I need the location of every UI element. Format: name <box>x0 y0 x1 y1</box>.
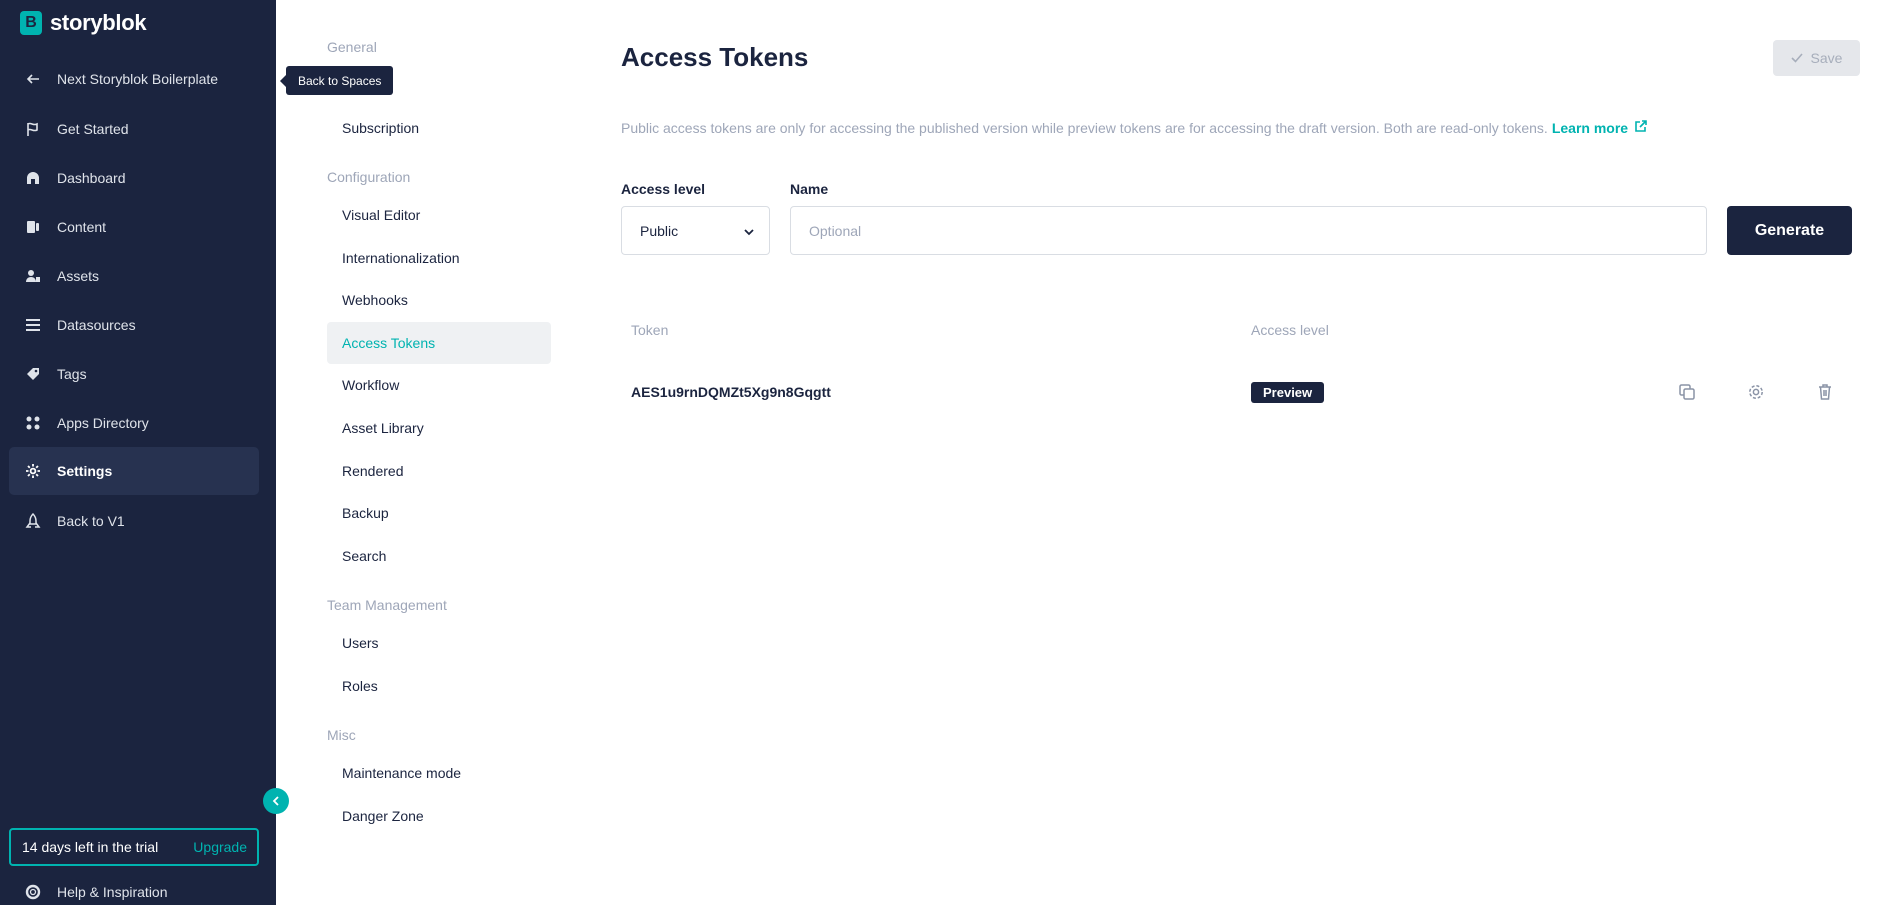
nav-item-label: Datasources <box>57 317 136 333</box>
settings-item-visual-editor[interactable]: Visual Editor <box>327 194 551 236</box>
settings-item-danger-zone[interactable]: Danger Zone <box>327 795 551 837</box>
nav-item-tags[interactable]: Tags <box>9 350 259 398</box>
section-team-management: Team Management <box>327 597 447 613</box>
flag-icon <box>25 121 41 137</box>
settings-menu: General Subscription Configuration Visua… <box>276 0 576 905</box>
settings-item-webhooks[interactable]: Webhooks <box>327 279 551 321</box>
trial-text: 14 days left in the trial <box>22 839 159 855</box>
settings-item-search[interactable]: Search <box>327 535 551 577</box>
nav-item-apps-directory[interactable]: Apps Directory <box>9 399 259 447</box>
nav-item-back-to-v1[interactable]: Back to V1 <box>9 497 259 545</box>
arrow-left-icon <box>25 71 41 87</box>
chevron-down-icon <box>744 223 754 239</box>
settings-icon[interactable] <box>1745 381 1767 403</box>
check-icon <box>1790 50 1803 66</box>
settings-item-maintenance-mode[interactable]: Maintenance mode <box>327 752 551 794</box>
section-configuration: Configuration <box>327 169 411 185</box>
settings-item-backup[interactable]: Backup <box>327 492 551 534</box>
logo-text: storyblok <box>50 10 147 35</box>
learn-more-link[interactable]: Learn more <box>1552 120 1647 136</box>
settings-item-roles[interactable]: Roles <box>327 665 551 707</box>
tag-icon <box>25 366 41 382</box>
section-general: General <box>327 39 377 55</box>
token-value: AES1u9rnDQMZt5Xg9n8Gqgtt <box>631 384 831 400</box>
upgrade-link[interactable]: Upgrade <box>193 839 247 855</box>
gear-icon <box>25 463 41 479</box>
nav-item-label: Apps Directory <box>57 415 149 431</box>
help-inspiration-link[interactable]: Help & Inspiration <box>9 868 259 905</box>
main-navigation: B storyblok Next Storyblok Boilerplate G… <box>0 0 276 905</box>
nav-item-get-started[interactable]: Get Started <box>9 105 259 153</box>
nav-item-label: Settings <box>57 463 113 479</box>
table-row: AES1u9rnDQMZt5Xg9n8Gqgtt Preview <box>621 370 1860 414</box>
space-name: Next Storyblok Boilerplate <box>57 71 219 87</box>
token-name-input[interactable] <box>790 206 1707 255</box>
nav-item-label: Back to V1 <box>57 513 125 529</box>
trial-banner: 14 days left in the trial Upgrade <box>9 828 259 866</box>
access-tokens-description: Public access tokens are only for access… <box>621 120 1647 136</box>
assets-icon <box>25 268 41 284</box>
nav-item-label: Tags <box>57 366 87 382</box>
lifebuoy-icon <box>25 884 41 900</box>
settings-item-internationalization[interactable]: Internationalization <box>327 237 551 279</box>
nav-item-label: Dashboard <box>57 170 126 186</box>
settings-item-subscription[interactable]: Subscription <box>327 107 551 149</box>
nav-item-assets[interactable]: Assets <box>9 252 259 300</box>
name-label: Name <box>790 181 829 197</box>
save-label: Save <box>1810 50 1843 66</box>
copy-icon[interactable] <box>1676 381 1698 403</box>
access-level-badge: Preview <box>1251 382 1325 403</box>
save-button[interactable]: Save <box>1773 40 1860 76</box>
access-level-value: Public <box>640 222 679 239</box>
settings-item-rendered[interactable]: Rendered <box>327 450 551 492</box>
dashboard-icon <box>25 170 41 186</box>
external-link-icon <box>1634 120 1647 136</box>
back-to-spaces-button[interactable]: Next Storyblok Boilerplate <box>9 55 259 103</box>
rocket-icon <box>25 513 41 529</box>
settings-item-users[interactable]: Users <box>327 622 551 664</box>
apps-icon <box>25 415 41 431</box>
nav-item-label: Get Started <box>57 121 129 137</box>
nav-item-label: Help & Inspiration <box>57 884 168 900</box>
settings-item-access-tokens[interactable]: Access Tokens <box>327 322 551 364</box>
description-text: Public access tokens are only for access… <box>621 120 1548 136</box>
trash-icon[interactable] <box>1814 381 1836 403</box>
page-title: Access Tokens <box>621 42 809 72</box>
nav-item-content[interactable]: Content <box>9 203 259 251</box>
learn-more-label: Learn more <box>1551 120 1629 136</box>
nav-item-label: Content <box>57 219 107 235</box>
nav-item-settings[interactable]: Settings <box>9 447 259 495</box>
datasources-icon <box>25 317 41 333</box>
settings-item-workflow[interactable]: Workflow <box>327 364 551 406</box>
generate-button[interactable]: Generate <box>1727 206 1852 255</box>
column-header-access-level: Access level <box>1251 322 1329 338</box>
access-level-select[interactable]: Public <box>621 206 770 255</box>
access-level-label: Access level <box>621 181 706 197</box>
nav-item-dashboard[interactable]: Dashboard <box>9 154 259 202</box>
storyblok-logo[interactable]: B storyblok <box>20 10 147 36</box>
content-icon <box>25 219 41 235</box>
logo-mark-icon: B <box>20 11 42 35</box>
section-misc: Misc <box>327 727 356 743</box>
nav-item-label: Assets <box>57 268 100 284</box>
column-header-token: Token <box>631 322 669 338</box>
settings-item-asset-library[interactable]: Asset Library <box>327 407 551 449</box>
nav-item-datasources[interactable]: Datasources <box>9 301 259 349</box>
